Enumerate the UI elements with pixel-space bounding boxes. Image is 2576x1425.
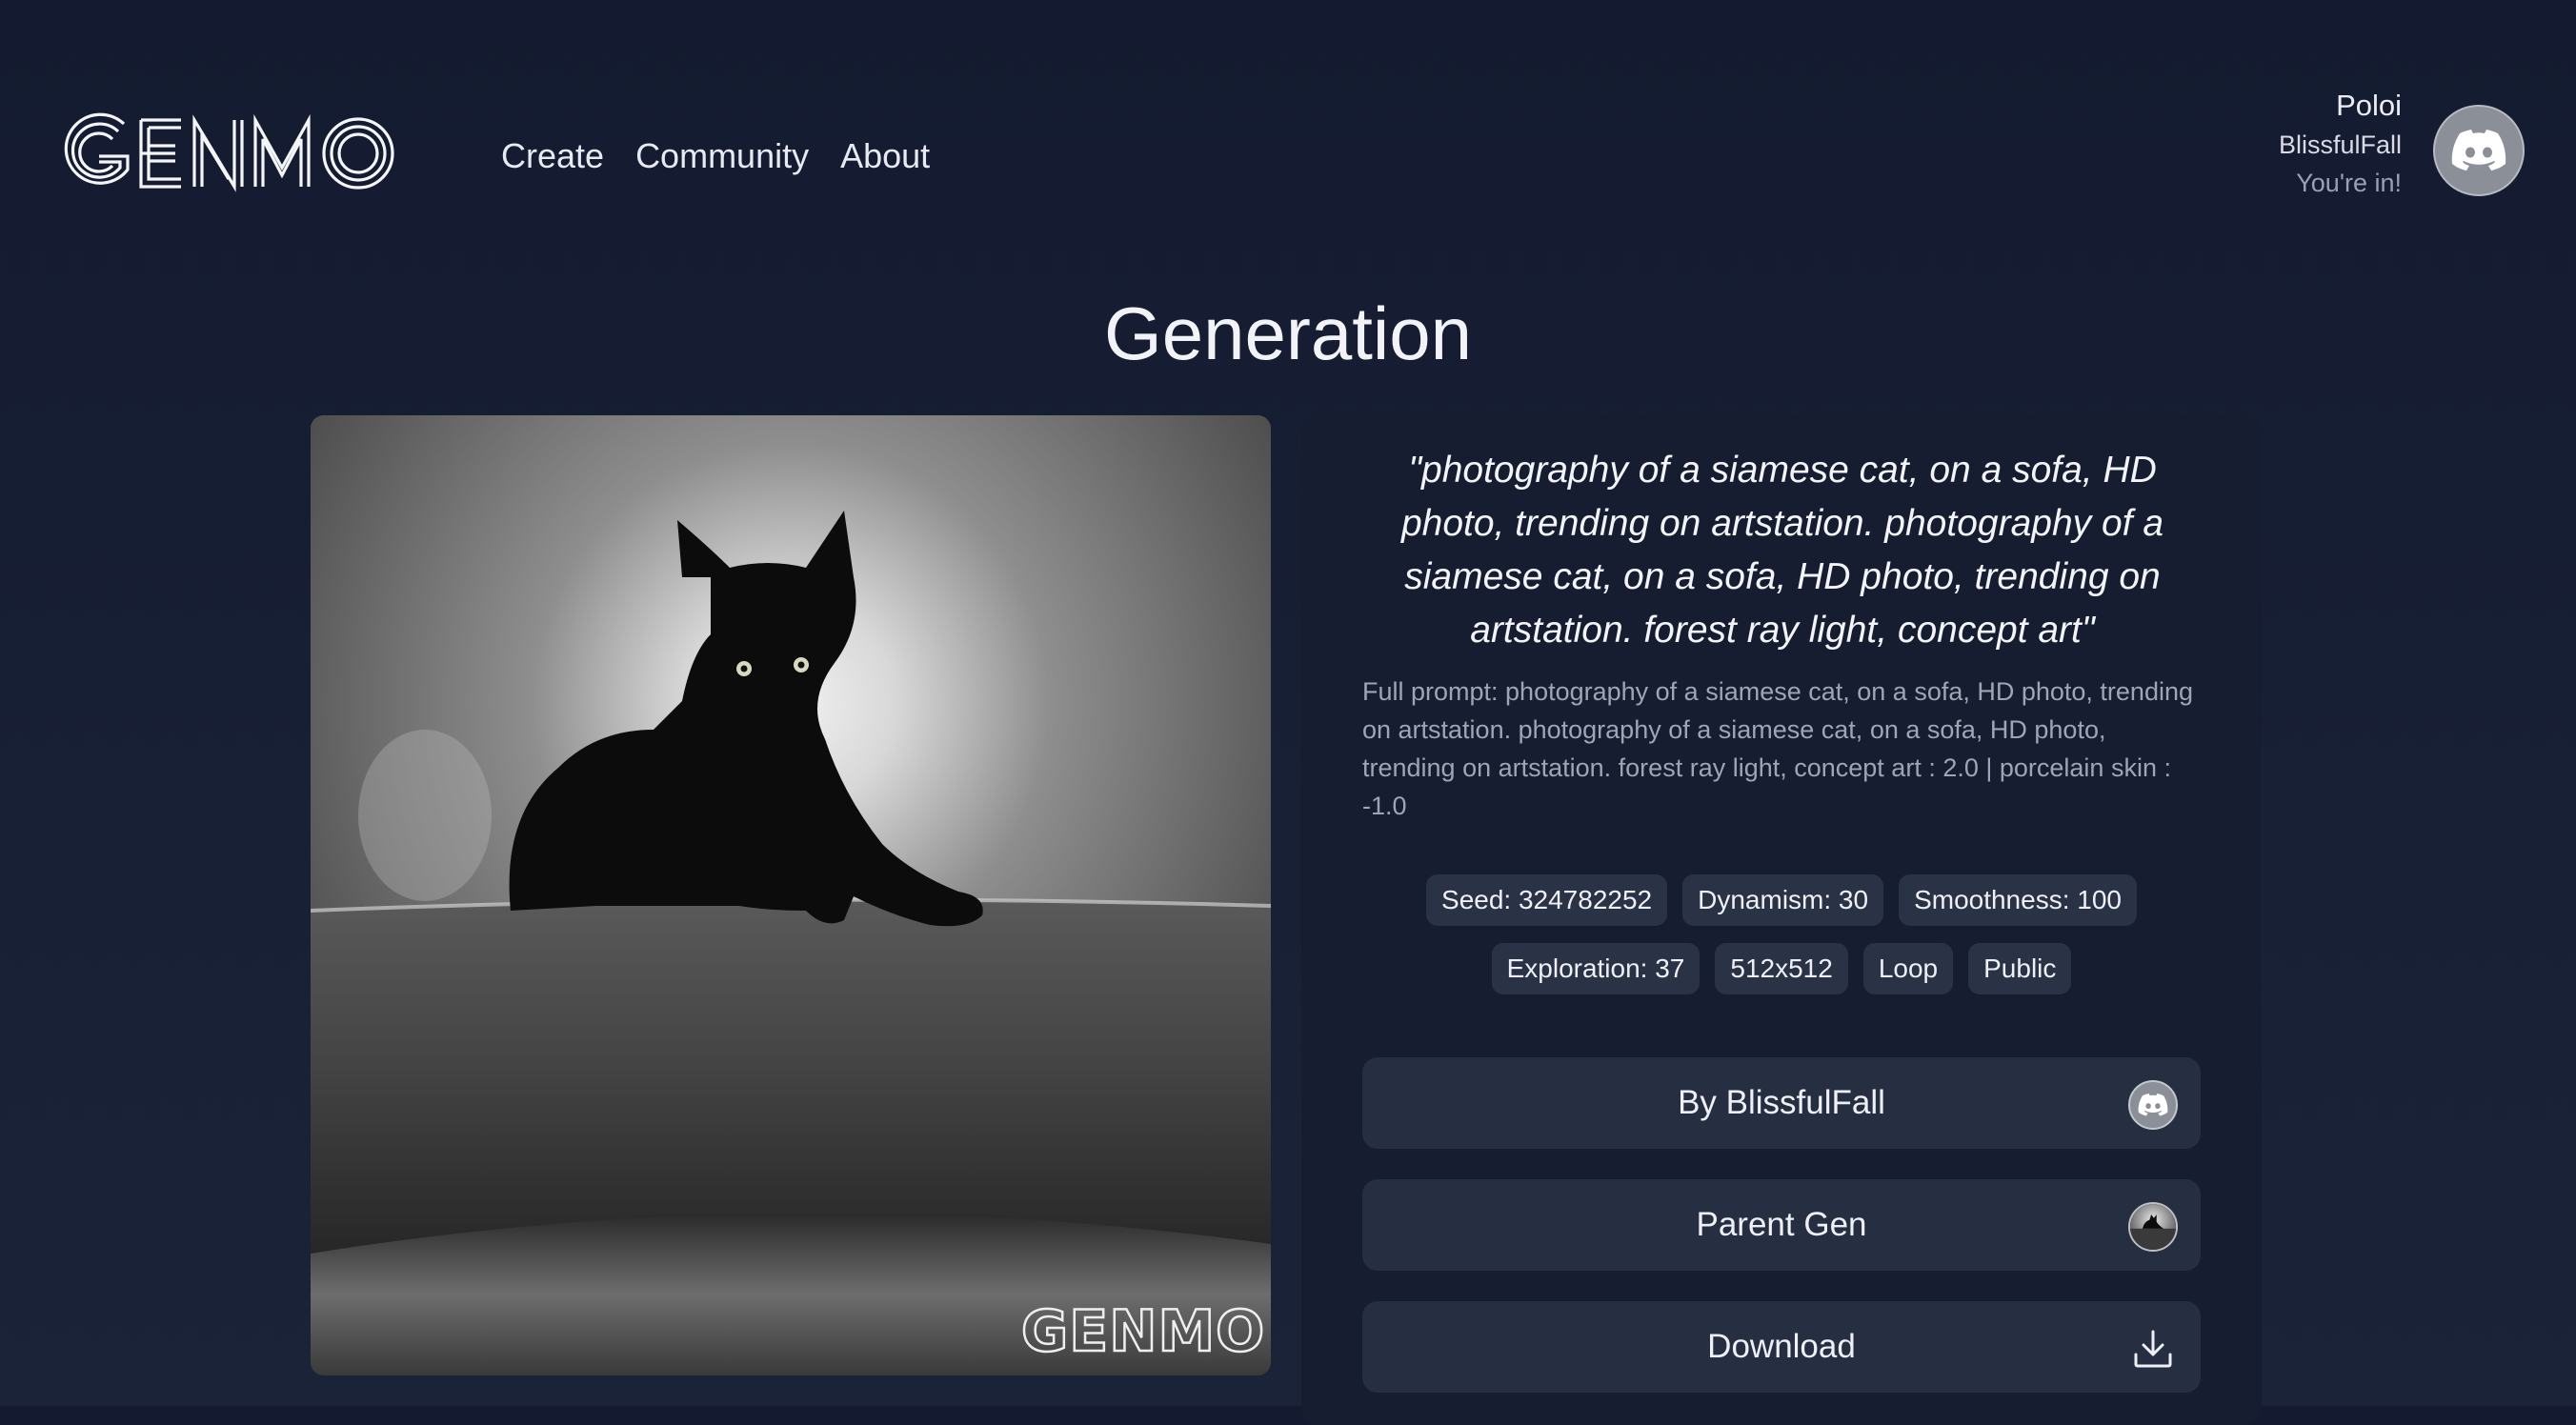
download-icon (2134, 1330, 2172, 1368)
download-button[interactable]: Download (1362, 1301, 2201, 1393)
parent-gen-button[interactable]: Parent Gen (1362, 1179, 2201, 1271)
user-handle: BlissfulFall (2278, 130, 2402, 159)
genmo-logo[interactable] (57, 112, 444, 194)
genmo-logo-mark (64, 112, 394, 192)
author-avatar (2128, 1080, 2178, 1130)
discord-icon (2138, 1094, 2168, 1116)
user-status: You're in! (2296, 169, 2402, 197)
seed-chip: Seed: 324782252 (1426, 874, 1668, 926)
full-prompt-text: Full prompt: photography of a siamese ca… (1362, 677, 2193, 820)
exploration-chip: Exploration: 37 (1491, 943, 1701, 994)
generation-details-panel: "photography of a siamese cat, on a sofa… (1301, 415, 2262, 1425)
parent-gen-thumbnail (2128, 1202, 2178, 1252)
parent-gen-button-label: Parent Gen (1696, 1206, 1867, 1243)
user-name: Poloi (2336, 89, 2402, 122)
prompt-quote: "photography of a siamese cat, on a sofa… (1400, 450, 2164, 651)
visibility-chip: Public (1968, 943, 2072, 994)
author-button[interactable]: By BlissfulFall (1362, 1057, 2201, 1149)
nav-about-link[interactable]: About (840, 133, 930, 179)
download-button-label: Download (1707, 1328, 1856, 1365)
image-watermark: GENMO (1021, 1298, 1265, 1365)
page-title: Generation (1104, 291, 1472, 375)
generation-params: Seed: 324782252 Dynamism: 30 Smoothness:… (1339, 874, 2224, 994)
download-icon-wrap (2128, 1324, 2178, 1374)
discord-icon (2451, 130, 2506, 171)
main-nav: Create Community About (501, 133, 930, 179)
nav-create-link[interactable]: Create (501, 133, 604, 179)
user-avatar-button[interactable] (2433, 105, 2525, 196)
thumbnail-image (2130, 1204, 2176, 1250)
loop-chip: Loop (1862, 943, 1954, 994)
resolution-chip: 512x512 (1715, 943, 1848, 994)
smoothness-chip: Smoothness: 100 (1899, 874, 2137, 926)
nav-community-link[interactable]: Community (635, 133, 809, 179)
generated-image-canvas: GENMO (311, 415, 1271, 1375)
author-button-label: By BlissfulFall (1678, 1084, 1885, 1121)
generated-image[interactable]: GENMO (311, 415, 1271, 1375)
user-info: Poloi BlissfulFall You're in! (2279, 86, 2402, 202)
dynamism-chip: Dynamism: 30 (1682, 874, 1884, 926)
